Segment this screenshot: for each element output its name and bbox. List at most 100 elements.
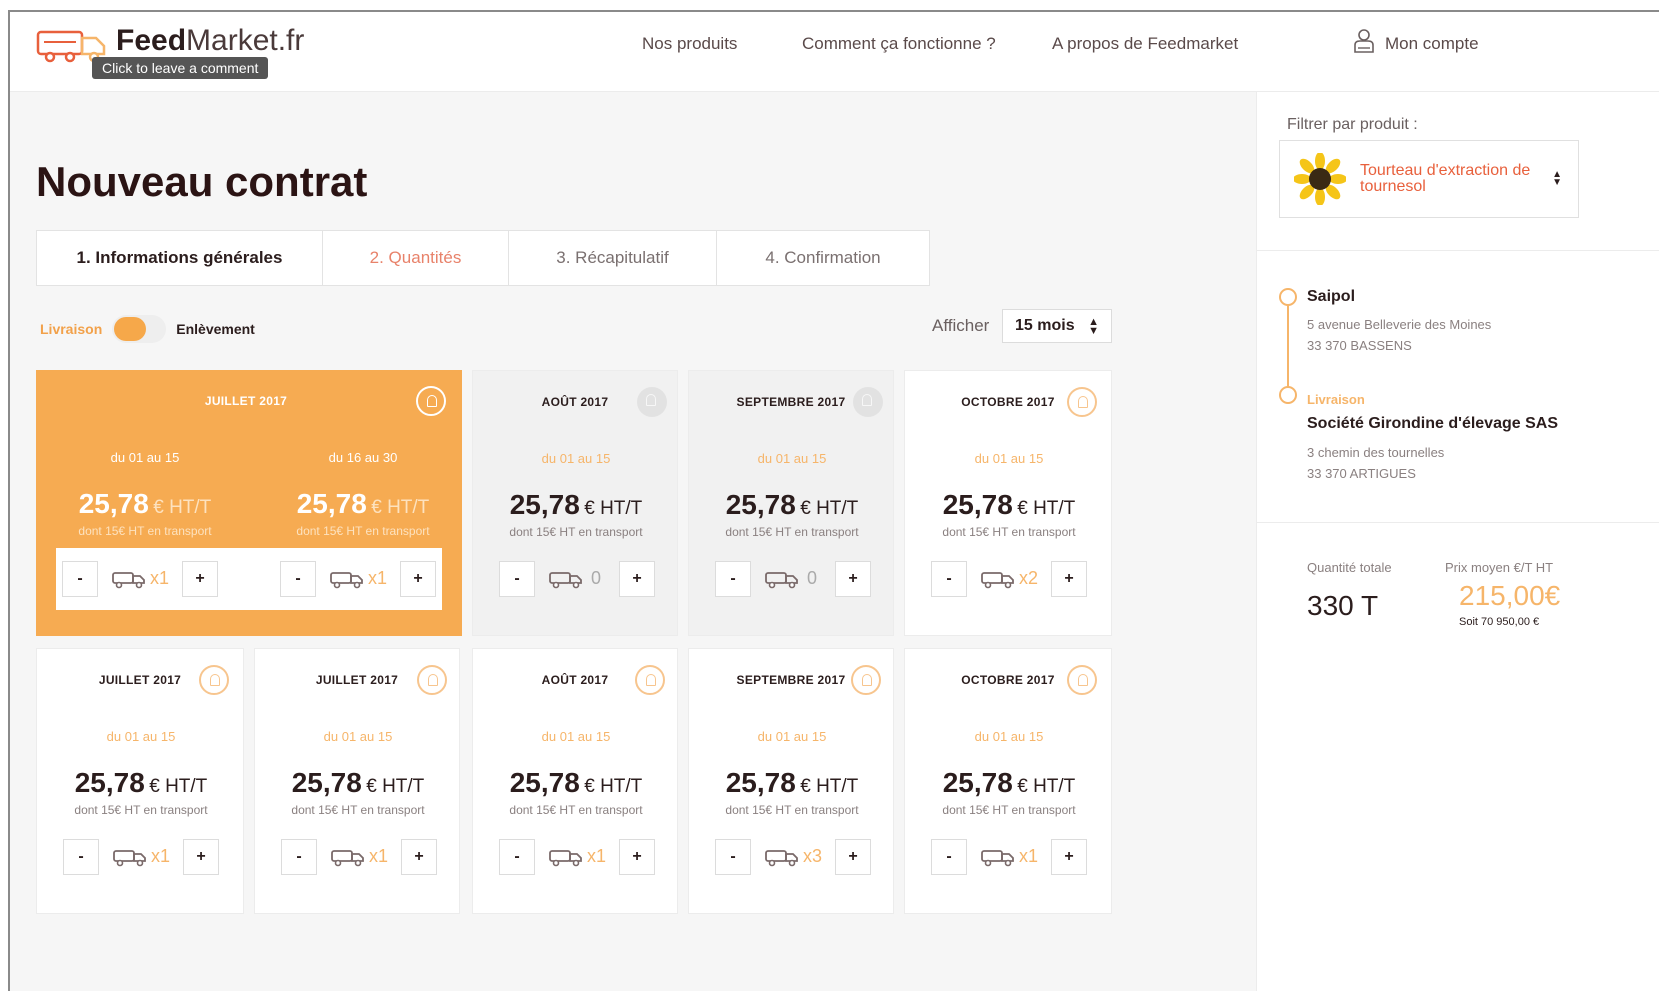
card-period: du 01 au 15 — [757, 451, 827, 466]
app-frame: FeedMarket.fr Click to leave a comment N… — [8, 10, 1659, 991]
card-price: 25,78 € HT/T — [509, 489, 643, 520]
increment-button[interactable]: + — [183, 839, 219, 875]
increment-button[interactable]: + — [619, 839, 655, 875]
tab-recapitulatif[interactable]: 3. Récapitulatif — [509, 231, 717, 285]
increment-button[interactable]: + — [1051, 561, 1087, 597]
increment-button[interactable]: + — [619, 561, 655, 597]
decrement-button[interactable]: - — [715, 561, 751, 597]
truck-count: x1 — [150, 568, 170, 588]
divider — [1257, 522, 1659, 523]
truck-icon — [330, 572, 363, 589]
top-header: FeedMarket.fr Click to leave a comment N… — [10, 12, 1659, 92]
tab-confirmation[interactable]: 4. Confirmation — [717, 231, 929, 285]
nav-a-propos[interactable]: A propos de Feedmarket — [1052, 34, 1238, 54]
card-transport-note: dont 15€ HT en transport — [291, 803, 425, 817]
truck-icon — [112, 572, 145, 589]
card-transport-note: dont 15€ HT en transport — [74, 803, 208, 817]
month-card-octobre-2017: OCTOBRE 2017 du 01 au 15 25,78 € HT/T do… — [904, 648, 1112, 914]
toggle-knob[interactable] — [114, 317, 147, 341]
truck-icon — [549, 572, 582, 589]
truck-icon — [765, 572, 798, 589]
card-price: 25,78 € HT/T — [725, 489, 859, 520]
average-price-value: 215,00€ — [1459, 580, 1561, 611]
card-price: 25,78 € HT/T — [296, 488, 430, 519]
bell-icon[interactable] — [635, 665, 665, 695]
toggle-label-livraison[interactable]: Livraison — [40, 321, 102, 337]
month-card-septembre-2017: SEPTEMBRE 2017 du 01 au 15 25,78 € HT/T … — [688, 370, 894, 636]
bell-icon[interactable] — [199, 665, 229, 695]
card-transport-note: dont 15€ HT en transport — [725, 803, 859, 817]
card-price: 25,78 € HT/T — [78, 488, 212, 519]
card-transport-note: dont 15€ HT en transport — [725, 525, 859, 539]
card-transport-note: dont 15€ HT en transport — [296, 524, 430, 538]
destination-address-line1: 3 chemin des tournelles — [1307, 445, 1445, 460]
card-period: du 01 au 15 — [541, 729, 611, 744]
card-transport-note: dont 15€ HT en transport — [509, 803, 643, 817]
nav-mon-compte[interactable]: Mon compte — [1385, 34, 1479, 54]
increment-button[interactable]: + — [182, 561, 218, 597]
destination-address-line2: 33 370 ARTIGUES — [1307, 466, 1416, 481]
bell-icon[interactable] — [417, 665, 447, 695]
comment-tooltip[interactable]: Click to leave a comment — [92, 57, 269, 79]
card-price: 25,78 € HT/T — [942, 489, 1076, 520]
step-tabs: 1. Informations générales 2. Quantités 3… — [36, 230, 930, 286]
filter-label: Filtrer par produit : — [1287, 116, 1418, 133]
nav-nos-produits[interactable]: Nos produits — [642, 34, 737, 54]
card-period: du 01 au 15 — [106, 729, 176, 744]
decrement-button[interactable]: - — [63, 839, 99, 875]
card-transport-note: dont 15€ HT en transport — [509, 525, 643, 539]
decrement-button[interactable]: - — [715, 839, 751, 875]
total-price-value: Soit 70 950,00 € — [1459, 616, 1540, 628]
decrement-button[interactable]: - — [499, 839, 535, 875]
bell-icon[interactable] — [851, 665, 881, 695]
month-card-aout-2017: AOÛT 2017 du 01 au 15 25,78 € HT/T dont … — [472, 370, 678, 636]
card-transport-note: dont 15€ HT en transport — [78, 524, 212, 538]
destination-dot-icon — [1279, 386, 1297, 404]
bell-icon[interactable] — [1067, 387, 1097, 417]
tab-informations-generales[interactable]: 1. Informations générales — [37, 231, 323, 285]
logo-wordmark[interactable]: FeedMarket.fr — [116, 24, 304, 58]
truck-count: x1 — [151, 846, 171, 866]
card-transport-note: dont 15€ HT en transport — [942, 525, 1076, 539]
bell-icon[interactable] — [637, 387, 667, 417]
card-price: 25,78 € HT/T — [725, 767, 859, 798]
bell-icon[interactable] — [416, 386, 446, 416]
decrement-button[interactable]: - — [931, 561, 967, 597]
increment-button[interactable]: + — [835, 561, 871, 597]
increment-button[interactable]: + — [400, 561, 436, 597]
delivery-mode-toggle[interactable] — [112, 315, 167, 343]
truck-count: x1 — [1019, 846, 1039, 866]
total-quantity-label: Quantité totale — [1307, 560, 1392, 575]
increment-button[interactable]: + — [1051, 839, 1087, 875]
toggle-label-enlevement[interactable]: Enlèvement — [176, 321, 255, 337]
average-price-label: Prix moyen €/T HT — [1445, 560, 1554, 575]
truck-count: 0 — [591, 568, 602, 588]
decrement-button[interactable]: - — [931, 839, 967, 875]
truck-icon — [331, 850, 364, 867]
bell-icon[interactable] — [853, 387, 883, 417]
decrement-button[interactable]: - — [280, 561, 316, 597]
page-title: Nouveau contrat — [36, 158, 368, 205]
truck-count: x1 — [369, 846, 389, 866]
truck-count: 0 — [807, 568, 818, 588]
decrement-button[interactable]: - — [62, 561, 98, 597]
increment-button[interactable]: + — [835, 839, 871, 875]
decrement-button[interactable]: - — [499, 561, 535, 597]
origin-address-line1: 5 avenue Belleverie des Moines — [1307, 317, 1492, 332]
month-card-juillet-2017-split: JUILLET 2017 du 01 au 15 du 16 au 30 25,… — [36, 370, 462, 636]
month-card-aout-2017: AOÛT 2017 du 01 au 15 25,78 € HT/T dont … — [472, 648, 678, 914]
card-period: du 01 au 15 — [323, 729, 393, 744]
increment-button[interactable]: + — [401, 839, 437, 875]
bell-icon[interactable] — [1067, 665, 1097, 695]
nav-comment-ca-fonctionne[interactable]: Comment ça fonctionne ? — [802, 34, 996, 54]
account-icon[interactable] — [1352, 28, 1376, 54]
months-select[interactable]: 15 mois ▲ ▼ — [1002, 309, 1112, 343]
qty-controls: - x1 + - x1 + — [56, 548, 442, 610]
truck-count: x2 — [1019, 568, 1039, 588]
card-period: du 01 au 15 — [110, 450, 180, 465]
tab-quantites[interactable]: 2. Quantités — [323, 231, 509, 285]
product-select[interactable]: Tourteau d'extraction de tournesol ▲ ▼ — [1279, 140, 1579, 218]
card-transport-note: dont 15€ HT en transport — [942, 803, 1076, 817]
destination-type-label: Livraison — [1307, 392, 1365, 407]
decrement-button[interactable]: - — [281, 839, 317, 875]
